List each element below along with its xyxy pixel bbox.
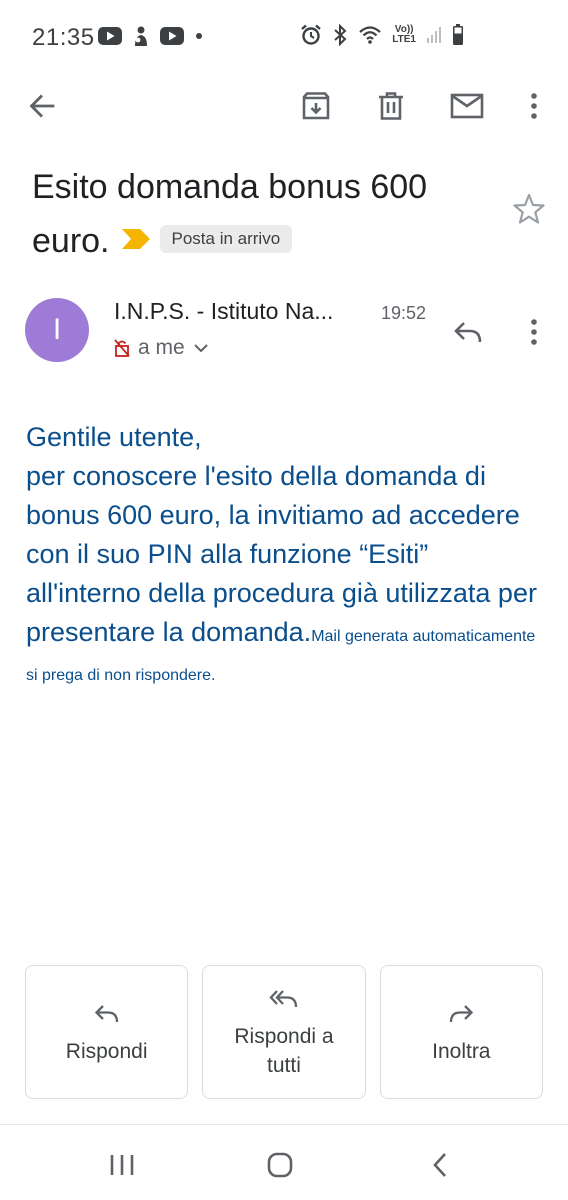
volte-icon: Vo)) LTE1 xyxy=(392,25,416,45)
reply-actions: Rispondi Rispondi a tutti Inoltra xyxy=(25,965,543,1099)
reply-icon-button[interactable] xyxy=(446,310,490,354)
recent-apps-icon xyxy=(110,1155,134,1175)
sender-name[interactable]: I.N.P.S. - Istituto Na... xyxy=(114,298,333,325)
chevron-down-icon xyxy=(193,344,208,353)
more-vert-icon xyxy=(531,319,537,345)
reply-all-icon xyxy=(269,990,298,1008)
recipient-text: a me xyxy=(138,336,185,359)
app-icon xyxy=(135,26,147,46)
archive-button[interactable] xyxy=(292,78,340,134)
dot-icon xyxy=(196,33,202,39)
recent-apps-button[interactable] xyxy=(92,1143,152,1187)
home-button[interactable] xyxy=(250,1143,310,1187)
mark-unread-button[interactable] xyxy=(443,78,491,134)
reply-label: Rispondi xyxy=(65,1039,148,1063)
status-time: 21:35 xyxy=(32,24,95,51)
importance-marker-icon[interactable] xyxy=(121,229,150,250)
reply-all-label: Rispondi a tutti xyxy=(234,1025,334,1077)
status-left-icons xyxy=(98,26,204,46)
wifi-icon xyxy=(359,26,382,44)
delete-button[interactable] xyxy=(367,78,415,134)
reply-all-button[interactable]: Rispondi a tutti xyxy=(202,965,366,1099)
star-button[interactable] xyxy=(512,192,546,226)
forward-button[interactable]: Inoltra xyxy=(379,965,543,1099)
signal-icon xyxy=(427,27,441,43)
star-icon xyxy=(513,193,545,224)
system-nav-bar xyxy=(0,1124,568,1200)
email-body: Gentile utente, per conoscere l'esito del… xyxy=(26,418,546,691)
more-vert-icon xyxy=(531,93,537,119)
lte-label: LTE1 xyxy=(392,34,416,45)
toolbar xyxy=(0,78,568,134)
reply-icon xyxy=(94,1004,118,1022)
reply-button[interactable]: Rispondi xyxy=(25,965,189,1099)
more-options-button[interactable] xyxy=(510,78,558,134)
alarm-icon xyxy=(301,24,322,45)
body-main-text: Gentile utente, per conoscere l'esito del… xyxy=(26,422,537,647)
unsafe-sender-icon xyxy=(114,339,130,357)
nav-back-button[interactable] xyxy=(410,1143,470,1187)
home-icon xyxy=(267,1152,293,1178)
arrow-back-icon xyxy=(29,94,55,118)
back-button[interactable] xyxy=(18,78,66,134)
battery-icon xyxy=(453,24,463,45)
trash-icon xyxy=(379,92,403,120)
label-chip[interactable]: Posta in arrivo xyxy=(159,225,293,254)
forward-icon xyxy=(450,1004,474,1022)
status-bar: 21:35 Vo)) LTE1 xyxy=(0,0,568,76)
youtube-icon xyxy=(98,27,122,45)
youtube-icon xyxy=(160,27,184,45)
forward-label: Inoltra xyxy=(432,1039,491,1063)
sender-avatar[interactable]: I xyxy=(25,298,89,362)
archive-icon xyxy=(302,92,330,120)
chevron-back-icon xyxy=(433,1153,446,1177)
reply-icon xyxy=(454,322,482,343)
status-right-icons: Vo)) LTE1 xyxy=(300,24,464,46)
message-more-button[interactable] xyxy=(512,310,556,354)
recipient-details-toggle[interactable]: a me xyxy=(114,336,209,360)
sent-time: 19:52 xyxy=(381,303,427,323)
bluetooth-icon xyxy=(334,24,347,46)
mail-icon xyxy=(450,93,484,119)
email-subject: Esito domanda bonus 600 euro. Posta in ar… xyxy=(32,160,492,268)
